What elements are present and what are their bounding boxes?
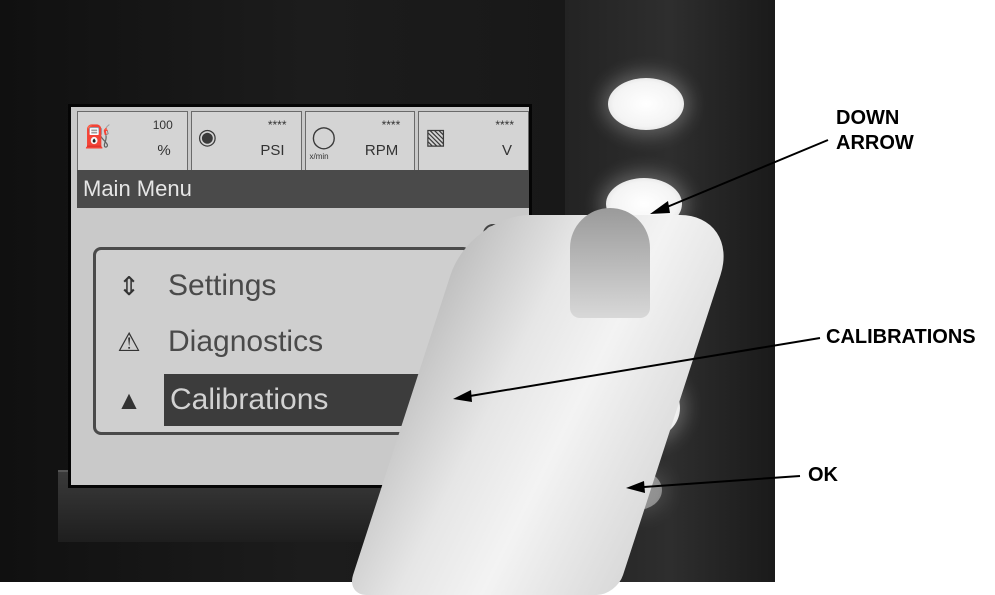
ok-leader [629, 475, 801, 489]
down-arrow-label: DOWN ARROW [836, 106, 914, 156]
ok-label: OK [808, 464, 838, 486]
down-arrow-label-line2: ARROW [836, 132, 914, 154]
down-arrow-arrowhead [650, 201, 670, 214]
callout-lines [453, 139, 829, 493]
down-arrow-label-line1: DOWN [836, 107, 900, 129]
calibrations-label: CALIBRATIONS [826, 326, 976, 348]
calibrations-leader [457, 337, 821, 399]
ok-arrowhead [626, 481, 645, 493]
down-arrow-leader [654, 139, 829, 213]
calibrations-arrowhead [453, 390, 472, 402]
